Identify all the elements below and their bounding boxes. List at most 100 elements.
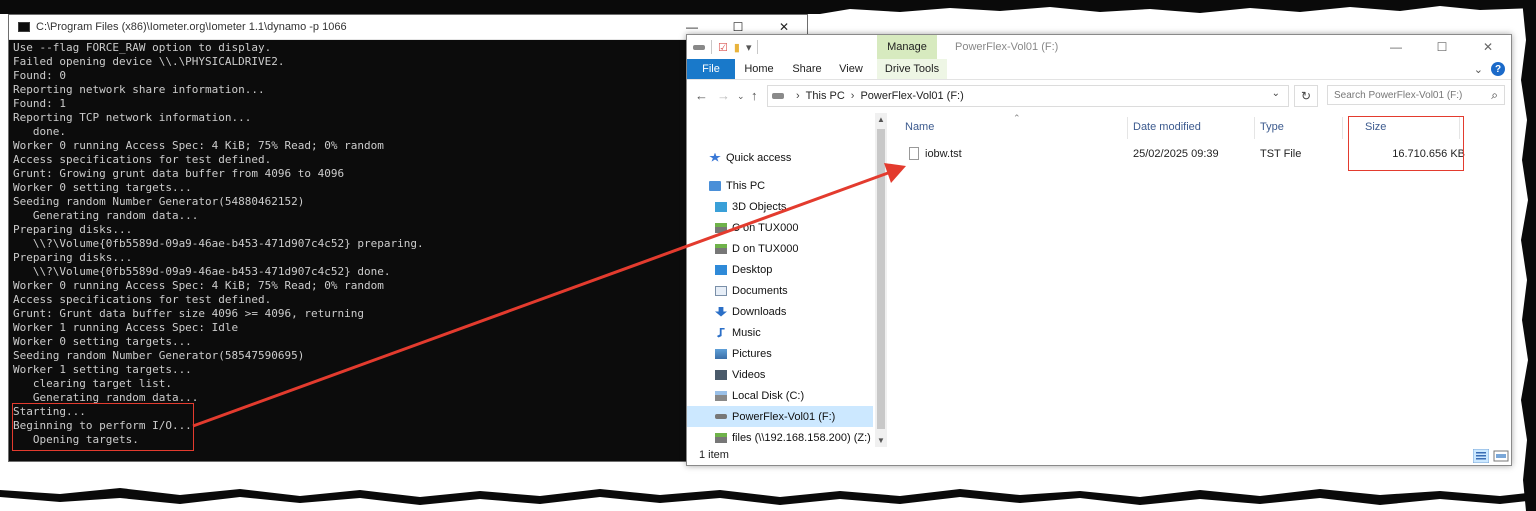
sidebar-item-this-pc[interactable]: This PC [687,175,873,196]
navigation-pane: Quick access This PC 3D Objects C on TUX000… [687,113,875,447]
column-header-name[interactable]: Name [905,121,934,133]
file-icon [909,147,919,160]
pictures-icon [715,348,727,359]
back-arrow-icon[interactable]: ← [695,88,708,103]
properties-icon[interactable]: ☑ [718,41,728,54]
address-dropdown-chevron-icon[interactable]: ⌄ [1272,88,1280,99]
search-icon[interactable]: ⌕ [1491,88,1498,103]
file-explorer-window: ☑ ▮ ▾ Manage PowerFlex-Vol01 (F:) — ☐ ✕ … [686,34,1512,466]
explorer-titlebar[interactable]: ☑ ▮ ▾ Manage PowerFlex-Vol01 (F:) — ☐ ✕ [687,35,1511,59]
manage-context-tab[interactable]: Manage [877,35,937,59]
chevron-right-icon[interactable]: › [851,90,855,102]
desktop-icon [715,264,727,275]
recent-locations-chevron-icon[interactable]: ⌄ [737,91,745,102]
network-drive-icon [715,243,727,254]
console-app-icon [18,22,30,32]
file-date-modified: 25/02/2025 09:39 [1133,148,1219,160]
sidebar-item-documents[interactable]: Documents [687,280,873,301]
minimize-button[interactable]: — [1373,35,1419,59]
item-count: 1 item [699,449,729,461]
tab-home[interactable]: Home [735,59,783,79]
address-row: ← → ⌄ ↑ › This PC › PowerFlex-Vol01 (F:)… [687,83,1511,109]
highlight-box-starting [12,403,194,451]
sidebar-item-3d-objects[interactable]: 3D Objects [687,196,873,217]
file-list: ⌃ Name Date modified Type Size iobw.tst … [891,113,1509,447]
highlight-box-size [1348,116,1464,171]
tab-drive-tools[interactable]: Drive Tools [877,59,947,79]
videos-icon [715,369,727,380]
scrollbar-thumb[interactable] [877,129,885,429]
sidebar-item-label: 3D Objects [732,200,787,213]
sidebar-item-desktop[interactable]: Desktop [687,259,873,280]
refresh-button[interactable]: ↻ [1294,85,1318,107]
close-button[interactable]: ✕ [1465,35,1511,59]
column-header-type[interactable]: Type [1260,121,1284,133]
breadcrumb-this-pc[interactable]: This PC [806,90,845,102]
column-divider[interactable] [1254,117,1255,139]
sidebar-item-local-disk-c[interactable]: Local Disk (C:) [687,385,873,406]
sidebar-item-pictures[interactable]: Pictures [687,343,873,364]
separator [757,40,759,54]
sidebar-item-music[interactable]: Music [687,322,873,343]
sidebar-item-label: files (\\192.168.158.200) (Z:) [732,431,871,444]
scroll-up-icon[interactable]: ▲ [877,115,885,124]
sidebar-item-d-on-tux000[interactable]: D on TUX000 [687,238,873,259]
file-type: TST File [1260,148,1302,160]
local-disk-icon [715,390,727,401]
3d-objects-icon [715,201,727,212]
sidebar-item-quick-access[interactable]: Quick access [687,147,873,168]
file-name: iobw.tst [925,148,962,160]
search-input[interactable]: Search PowerFlex-Vol01 (F:) ⌕ [1327,85,1505,105]
console-title: C:\Program Files (x86)\Iometer.org\Iomet… [36,21,347,33]
star-icon [709,152,721,162]
new-folder-icon[interactable]: ▮ [734,41,740,54]
address-bar[interactable]: › This PC › PowerFlex-Vol01 (F:) ⌄ [767,85,1289,107]
tab-file[interactable]: File [687,59,735,79]
navigation-scrollbar[interactable]: ▲ ▼ [875,113,887,447]
breadcrumb-powerflex[interactable]: PowerFlex-Vol01 (F:) [860,90,963,102]
explorer-title: PowerFlex-Vol01 (F:) [955,41,1059,53]
quick-access-toolbar: ☑ ▮ ▾ [687,40,759,54]
scroll-down-icon[interactable]: ▼ [877,436,885,445]
help-icon[interactable]: ? [1491,62,1505,76]
sidebar-item-label: Desktop [732,263,773,276]
sidebar-item-label: Downloads [732,305,787,318]
forward-arrow-icon[interactable]: → [717,88,730,103]
sidebar-item-label: PowerFlex-Vol01 (F:) [732,410,836,423]
sidebar-item-label: Quick access [726,151,792,164]
customize-chevron-icon[interactable]: ▾ [746,41,752,54]
column-divider[interactable] [1342,117,1343,139]
documents-icon [715,285,727,296]
sidebar-item-powerflex-vol01-f[interactable]: PowerFlex-Vol01 (F:) [687,406,873,427]
sidebar-item-downloads[interactable]: Downloads [687,301,873,322]
sidebar-item-label: Documents [732,284,788,297]
chevron-right-icon[interactable]: › [796,90,800,102]
drive-icon [772,93,784,99]
network-drive-icon [715,432,727,443]
maximize-button[interactable]: ☐ [1419,35,1465,59]
tab-view[interactable]: View [831,59,871,79]
details-view-icon[interactable] [1473,449,1489,463]
column-divider[interactable] [1127,117,1128,139]
expand-ribbon-chevron-icon[interactable]: ⌄ [1474,63,1483,76]
drive-icon [715,414,727,419]
search-placeholder: Search PowerFlex-Vol01 (F:) [1334,89,1463,101]
sidebar-item-videos[interactable]: Videos [687,364,873,385]
column-header-date-modified[interactable]: Date modified [1133,121,1201,133]
tab-share[interactable]: Share [783,59,831,79]
sidebar-item-label: D on TUX000 [732,242,799,255]
drive-icon [693,44,705,50]
sidebar-item-files-192-168-158-200-z[interactable]: files (\\192.168.158.200) (Z:) [687,427,873,447]
status-bar: 1 item [687,447,1511,465]
up-arrow-icon[interactable]: ↑ [751,88,758,103]
sidebar-item-label: Videos [732,368,766,381]
downloads-icon [715,306,727,317]
large-icons-view-icon[interactable] [1493,449,1509,463]
sidebar-item-label: Music [732,326,761,339]
ribbon-tabs: File Home Share View Drive Tools ⌄ ? [687,59,1511,80]
separator [711,40,712,54]
refresh-icon: ↻ [1300,89,1312,103]
sidebar-item-label: C on TUX000 [732,221,799,234]
sidebar-item-c-on-tux000[interactable]: C on TUX000 [687,217,873,238]
computer-icon [709,180,721,191]
